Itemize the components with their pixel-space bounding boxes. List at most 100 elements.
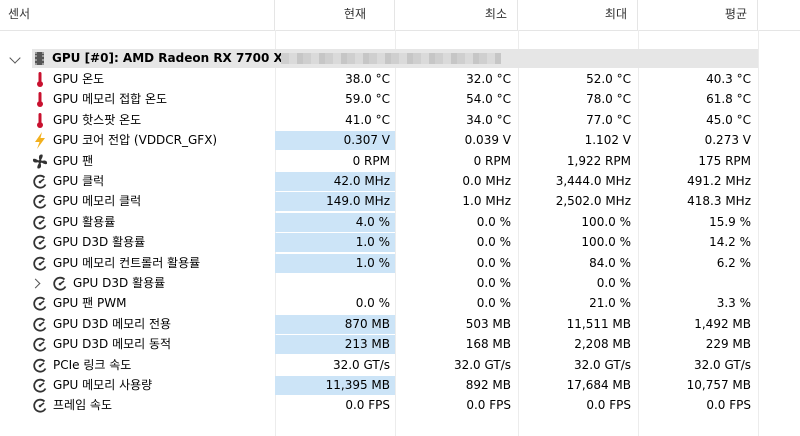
sensor-row[interactable]: GPU 팬 0 RPM 0 RPM 1,922 RPM 175 RPM [0,151,800,172]
sensor-row[interactable]: GPU 메모리 클럭 149.0 MHz 1.0 MHz 2,502.0 MHz 418… [0,191,800,212]
avg-value: 6.2 % [716,255,751,270]
gauge-icon [32,397,48,414]
thermometer-icon [32,71,48,88]
column-header-max[interactable]: 최대 [518,0,638,30]
gauge-icon [32,173,48,190]
min-value: 0.039 V [464,133,511,148]
thermometer-icon [32,112,48,129]
max-value: 21.0 % [589,296,631,311]
column-header-avg[interactable]: 평균 [638,0,758,30]
current-value: 870 MB [275,314,395,334]
column-header-current[interactable]: 현재 [275,0,395,30]
chevron-right-icon[interactable] [30,278,41,289]
sensor-name: GPU D3D 활용률 [73,276,166,290]
current-value: 0.0 % [355,296,390,311]
sensor-name: GPU 클럭 [53,174,105,188]
sensor-name: GPU 팬 PWM [53,296,127,311]
sensor-row[interactable]: GPU 클럭 42.0 MHz 0.0 MHz 3,444.0 MHz 491.2 MH… [0,171,800,192]
avg-value: 10,757 MB [686,378,751,392]
avg-value: 229 MB [705,337,751,352]
min-value: 0.0 MHz [462,174,511,188]
sensor-row[interactable]: GPU 메모리 컨트롤러 활용률 1.0 % 0.0 % 84.0 % 6.2 % [0,253,800,274]
sensor-row[interactable]: GPU 코어 전압 (VDDCR_GFX) 0.307 V 0.039 V 1.102… [0,130,800,151]
min-value: 32.0 GT/s [453,357,511,372]
avg-value: 0.273 V [704,133,751,148]
sensor-name: GPU 활용률 [53,214,116,229]
sensor-row[interactable]: PCIe 링크 속도 32.0 GT/s 32.0 GT/s 32.0 GT/s 32.… [0,355,800,376]
current-value: 4.0 % [275,212,395,232]
sensor-name: GPU D3D 메모리 전용 [53,316,172,331]
avg-value: 0.0 FPS [706,398,751,413]
current-value: 0 RPM [352,153,390,168]
column-header: 센서 현재 최소 최대 평균 [0,0,800,31]
avg-value: 45.0 °C [706,112,751,127]
gauge-icon [32,357,48,374]
chip-icon [35,52,44,65]
current-value: 213 MB [275,335,395,355]
avg-value: 61.8 °C [706,92,751,107]
avg-value: 32.0 GT/s [693,357,751,372]
current-value: 41.0 °C [345,112,390,127]
avg-value: 175 RPM [698,153,751,168]
current-value: 149.0 MHz [275,192,395,212]
sensor-row[interactable]: GPU D3D 메모리 동적 213 MB 168 MB 2,208 MB 229 MB [0,334,800,355]
sensor-name: GPU 핫스팟 온도 [53,112,142,127]
min-value: 892 MB [465,378,511,392]
sensor-name: PCIe 링크 속도 [53,357,132,372]
gpu-group-row[interactable]: GPU [#0]: AMD Radeon RX 7700 XT: [0,49,800,68]
avg-value [638,274,758,293]
sensor-row[interactable]: GPU D3D 메모리 전용 870 MB 503 MB 11,511 MB 1,492… [0,314,800,335]
current-value: 42.0 MHz [275,172,395,191]
max-value: 0.0 FPS [586,398,631,413]
sensor-row[interactable]: GPU 온도 38.0 °C 32.0 °C 52.0 °C 40.3 °C [0,69,800,90]
column-header-min[interactable]: 최소 [395,0,518,30]
chevron-down-icon[interactable] [9,52,21,64]
current-value: 32.0 GT/s [332,357,390,372]
sensor-name: GPU 팬 [53,153,94,168]
current-value: 0.0 FPS [345,398,390,413]
gauge-icon [32,316,48,333]
column-header-sensor[interactable]: 센서 [0,0,275,30]
gauge-icon [32,234,48,251]
sensor-name: 프레임 속도 [53,398,113,413]
avg-value: 418.3 MHz [687,194,751,209]
max-value: 0.0 % [596,276,631,290]
gauge-icon [32,295,48,312]
sensor-row[interactable]: GPU 핫스팟 온도 41.0 °C 34.0 °C 77.0 °C 45.0 °C [0,110,800,131]
sensor-row[interactable]: GPU 메모리 사용량 11,395 MB 892 MB 17,684 MB 10,75… [0,375,800,396]
avg-value: 40.3 °C [706,72,751,86]
sensor-row[interactable]: 프레임 속도 0.0 FPS 0.0 FPS 0.0 FPS 0.0 FPS [0,395,800,416]
gpu-group-label: GPU [#0]: AMD Radeon RX 7700 XT: [52,51,296,65]
sensor-row[interactable]: GPU D3D 활용률 1.0 % 0.0 % 100.0 % 14.2 % [0,232,800,253]
gauge-icon [32,214,48,231]
avg-value: 3.3 % [716,296,751,311]
sensor-row[interactable]: GPU D3D 활용률 0.0 % 0.0 % [0,273,800,294]
max-value: 100.0 % [581,214,631,229]
min-value: 0.0 FPS [466,398,511,413]
max-value: 32.0 GT/s [573,357,631,372]
avg-value: 491.2 MHz [687,174,751,188]
gauge-icon [32,336,48,353]
min-value: 34.0 °C [466,112,511,127]
current-value: 38.0 °C [345,72,390,86]
thermometer-icon [32,91,48,108]
gauge-icon [32,255,48,272]
sensor-row[interactable]: GPU 메모리 접합 온도 59.0 °C 54.0 °C 78.0 °C 61.8 °… [0,89,800,110]
current-value: 1.0 % [275,253,395,273]
fan-icon [32,153,48,170]
sensor-name: GPU D3D 활용률 [53,235,146,250]
min-value: 1.0 MHz [462,194,511,209]
sensor-name: GPU D3D 메모리 동적 [53,337,172,352]
min-value: 0.0 % [476,255,511,270]
current-value: 11,395 MB [275,376,395,395]
gauge-icon [32,377,48,394]
sensor-name: GPU 메모리 접합 온도 [53,92,168,107]
sensor-row[interactable]: GPU 활용률 4.0 % 0.0 % 100.0 % 15.9 % [0,212,800,233]
max-value: 77.0 °C [586,112,631,127]
gauge-icon [32,193,48,210]
sensor-name: GPU 메모리 클럭 [53,194,142,209]
min-value: 32.0 °C [466,72,511,86]
max-value: 17,684 MB [566,378,631,392]
sensor-row[interactable]: GPU 팬 PWM 0.0 % 0.0 % 21.0 % 3.3 % [0,293,800,314]
sensor-name: GPU 코어 전압 (VDDCR_GFX) [53,133,218,148]
